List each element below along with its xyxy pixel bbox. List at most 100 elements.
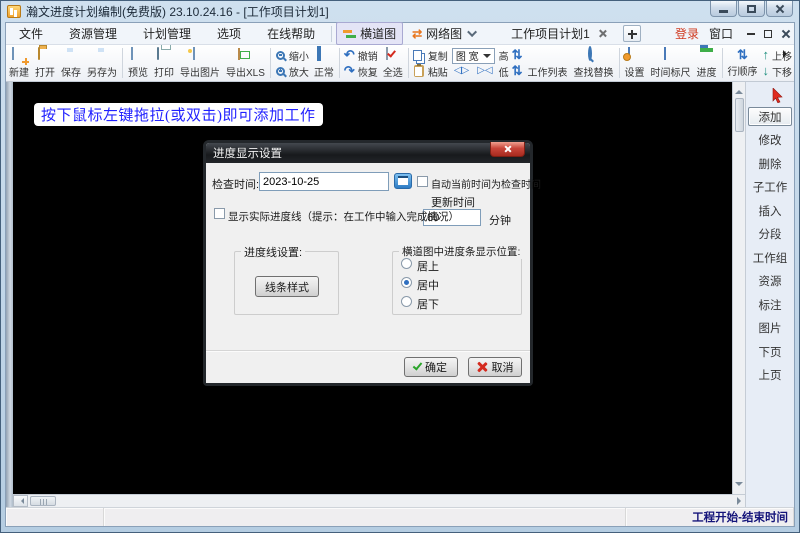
scroll-right-icon[interactable] <box>737 497 745 505</box>
open-button[interactable]: 打开 <box>32 45 58 81</box>
save-as-button[interactable]: 另存为 <box>84 45 120 81</box>
radio-position-middle[interactable] <box>401 277 412 288</box>
new-button[interactable]: 新建 <box>6 45 32 81</box>
auto-time-checkbox[interactable] <box>417 176 428 187</box>
network-diagram-icon: ⇄ <box>412 27 422 41</box>
mdi-close-icon[interactable] <box>781 29 790 38</box>
row-height-high-button[interactable]: 高⇅ <box>499 47 523 63</box>
window-menu[interactable]: 窗口 <box>709 25 733 42</box>
chevron-down-icon <box>467 27 477 37</box>
work-list-button[interactable]: 工作列表 <box>525 45 571 81</box>
tab-close-icon[interactable] <box>598 29 607 38</box>
width-expand-button[interactable]: ◁▷ <box>454 65 469 79</box>
line-style-button[interactable]: 线条样式 <box>255 276 319 297</box>
actual-line-checkbox[interactable] <box>214 208 225 219</box>
line-settings-group: 进度线设置: 线条样式 <box>234 251 339 315</box>
redo-icon: ↷ <box>344 65 355 77</box>
undo-icon: ↶ <box>344 49 355 61</box>
export-xls-button[interactable]: 导出XLS <box>223 45 268 81</box>
row-order-button[interactable]: ⇅行顺序 <box>725 45 761 81</box>
document-tab-label: 工作项目计划1 <box>511 25 590 42</box>
chart-width-dropdown[interactable]: 图 宽 <box>452 48 495 64</box>
sidebar-delete-button[interactable]: 删除 <box>748 154 792 173</box>
undo-button[interactable]: ↶撤销 <box>344 47 378 63</box>
preview-button[interactable]: 预览 <box>125 45 151 81</box>
sidebar-add-button[interactable]: 添加 <box>748 107 792 126</box>
scroll-down-icon[interactable] <box>735 482 743 490</box>
ok-button[interactable]: 确定 <box>404 357 458 377</box>
minimize-button[interactable] <box>710 1 737 17</box>
zoom-normal-button[interactable]: 正常 <box>311 45 337 81</box>
paste-button[interactable]: 粘贴 <box>413 63 448 79</box>
menu-resource[interactable]: 资源管理 <box>56 23 130 44</box>
sidebar-workgroup-button[interactable]: 工作组 <box>748 248 792 267</box>
horizontal-scroll-thumb[interactable] <box>30 496 56 506</box>
toolbar: 新建 打开 保存 另存为 预览 打印 导出图片 导出XLS 缩小 放大 正常 ↶… <box>6 45 794 82</box>
sidebar-annotation-button[interactable]: 标注 <box>748 295 792 314</box>
select-all-button[interactable]: 全选 <box>380 45 406 81</box>
horizontal-scrollbar[interactable] <box>13 494 745 507</box>
print-button[interactable]: 打印 <box>151 45 177 81</box>
zoom-in-button[interactable]: 放大 <box>275 63 309 79</box>
settings-button[interactable]: 设置 <box>622 45 648 81</box>
sidebar-image-button[interactable]: 图片 <box>748 319 792 338</box>
copy-button[interactable]: 复制 <box>413 47 448 63</box>
export-image-button[interactable]: 导出图片 <box>177 45 223 81</box>
login-link[interactable]: 登录 <box>675 25 699 42</box>
menu-bar: 文件 资源管理 计划管理 选项 在线帮助 横道图 ⇄ 网络图 工作项目计划1 登… <box>6 23 794 45</box>
tab-network-view[interactable]: ⇄ 网络图 <box>405 22 484 45</box>
dropdown-arrow-icon <box>483 54 491 62</box>
auto-time-label: 自动当前时间为检查时间 <box>431 176 541 191</box>
time-ruler-button[interactable]: 时间标尺 <box>648 45 694 81</box>
dialog-close-button[interactable] <box>490 142 525 157</box>
bar-position-label: 横道图中进度条显示位置: <box>399 244 523 259</box>
mdi-minimize-icon[interactable] <box>747 33 755 35</box>
menu-plan[interactable]: 计划管理 <box>130 23 204 44</box>
calendar-button[interactable] <box>394 173 412 189</box>
find-replace-button[interactable]: 查找替换 <box>571 45 617 81</box>
progress-button[interactable]: 进度 <box>694 45 720 81</box>
sidebar-prev-page-button[interactable]: 上页 <box>748 366 792 385</box>
sidebar-next-page-button[interactable]: 下页 <box>748 342 792 361</box>
document-tab[interactable]: 工作项目计划1 <box>485 25 617 42</box>
radio-position-bottom[interactable] <box>401 296 412 307</box>
new-tab-button[interactable] <box>623 25 641 42</box>
height-down-icon: ⇅ <box>512 65 523 77</box>
sidebar-modify-button[interactable]: 修改 <box>748 131 792 150</box>
save-button[interactable]: 保存 <box>58 45 84 81</box>
left-splitter[interactable] <box>6 82 13 507</box>
toolbar-overflow-icon[interactable] <box>783 50 791 58</box>
cancel-button[interactable]: 取消 <box>468 357 522 377</box>
check-time-input[interactable] <box>259 172 389 191</box>
vertical-scroll-thumb[interactable] <box>735 98 744 132</box>
menu-help[interactable]: 在线帮助 <box>254 23 328 44</box>
app-icon <box>7 5 21 18</box>
gantt-chart-icon <box>343 29 356 39</box>
close-button[interactable] <box>766 1 793 17</box>
maximize-button[interactable] <box>738 1 765 17</box>
sidebar-resource-button[interactable]: 资源 <box>748 272 792 291</box>
move-down-button[interactable]: ↓下移 <box>763 63 793 79</box>
vertical-scrollbar[interactable] <box>732 82 745 494</box>
tab-gantt-view[interactable]: 横道图 <box>336 22 403 45</box>
bar-position-group: 横道图中进度条显示位置: 居上 居中 居下 <box>392 251 522 315</box>
scroll-up-icon[interactable] <box>735 86 743 94</box>
sidebar-segment-button[interactable]: 分段 <box>748 225 792 244</box>
width-shrink-button[interactable]: ▷◁ <box>477 65 492 79</box>
sidebar-subtask-button[interactable]: 子工作 <box>748 178 792 197</box>
zoom-out-button[interactable]: 缩小 <box>275 47 309 63</box>
x-icon <box>477 362 487 372</box>
menu-options[interactable]: 选项 <box>204 23 254 44</box>
scroll-left-icon <box>18 498 24 504</box>
row-height-low-button[interactable]: 低⇅ <box>499 63 523 79</box>
dialog-title-bar[interactable]: 进度显示设置 <box>206 143 530 163</box>
minimize-icon <box>719 10 728 13</box>
ruler-icon <box>664 47 666 60</box>
minutes-label: 分钟 <box>489 212 511 228</box>
menu-file[interactable]: 文件 <box>6 23 56 44</box>
redo-button[interactable]: ↷恢复 <box>344 63 378 79</box>
mdi-restore-icon[interactable] <box>764 30 772 38</box>
sidebar-insert-button[interactable]: 插入 <box>748 201 792 220</box>
scroll-left-button[interactable] <box>13 495 28 507</box>
radio-position-top[interactable] <box>401 258 412 269</box>
